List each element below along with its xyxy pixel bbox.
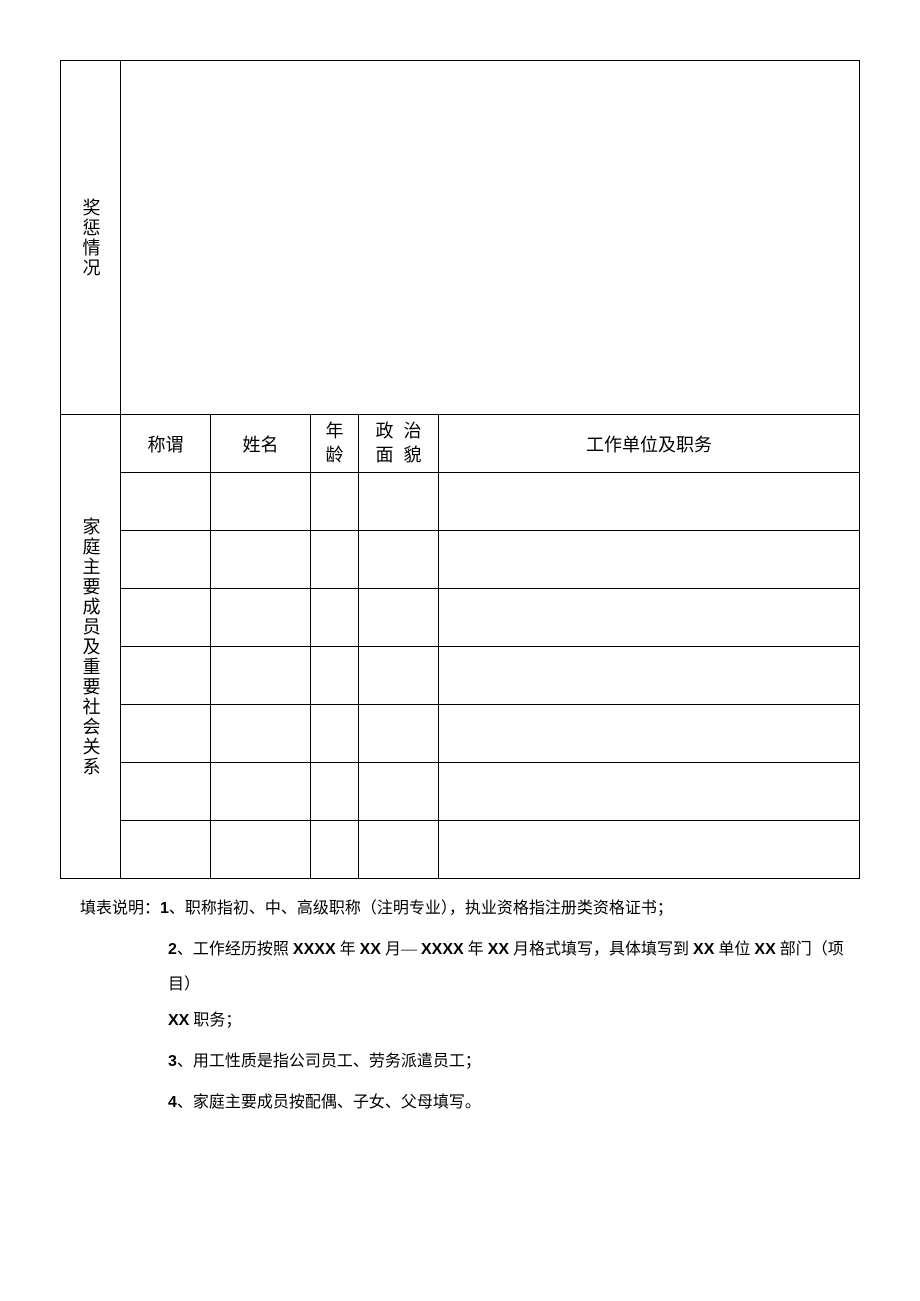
rewards-section-row: 奖惩情况 (61, 61, 860, 415)
cell-name (211, 531, 311, 589)
cell-workplace (439, 763, 860, 821)
header-political: 政治 面貌 (359, 415, 439, 473)
cell-name (211, 705, 311, 763)
cell-relation (121, 589, 211, 647)
cell-name (211, 763, 311, 821)
cell-relation (121, 531, 211, 589)
cell-relation (121, 473, 211, 531)
note-4-num: 4 (168, 1094, 177, 1111)
age-line1: 年 (326, 420, 344, 443)
header-workplace: 工作单位及职务 (439, 415, 860, 473)
cell-political (359, 821, 439, 879)
cell-political (359, 705, 439, 763)
cell-age (311, 763, 359, 821)
header-name: 姓名 (211, 415, 311, 473)
cell-name (211, 589, 311, 647)
rewards-content-cell (121, 61, 860, 415)
header-age: 年 龄 (311, 415, 359, 473)
cell-political (359, 473, 439, 531)
pol-line2: 面貌 (366, 444, 432, 467)
cell-name (211, 821, 311, 879)
family-row (61, 589, 860, 647)
family-row (61, 531, 860, 589)
note-1-num: 1 (160, 900, 169, 917)
notes-section: 填表说明：1、职称指初、中、高级职称（注明专业），执业资格指注册类资格证书； 2… (60, 891, 860, 1120)
cell-workplace (439, 647, 860, 705)
pol-line1: 政治 (366, 420, 432, 443)
cell-age (311, 647, 359, 705)
note-1: 填表说明：1、职称指初、中、高级职称（注明专业），执业资格指注册类资格证书； (80, 891, 860, 926)
cell-political (359, 531, 439, 589)
cell-workplace (439, 589, 860, 647)
cell-political (359, 763, 439, 821)
notes-prefix: 填表说明： (80, 900, 160, 917)
cell-age (311, 589, 359, 647)
cell-age (311, 473, 359, 531)
note-2-num: 2 (168, 941, 177, 958)
cell-name (211, 647, 311, 705)
form-table: 奖惩情况 家庭主要成员及重要社会关系 称谓 姓名 年 龄 政治 面貌 工作单位及… (60, 60, 860, 879)
age-line2: 龄 (326, 444, 344, 467)
header-relation: 称谓 (121, 415, 211, 473)
note-1-text: 、职称指初、中、高级职称（注明专业），执业资格指注册类资格证书； (169, 900, 673, 917)
note-2: 2、工作经历按照 XXXX 年 XX 月— XXXX 年 XX 月格式填写，具体… (80, 932, 860, 1038)
note-4-text: 、家庭主要成员按配偶、子女、父母填写。 (177, 1094, 481, 1111)
family-row (61, 763, 860, 821)
note-4: 4、家庭主要成员按配偶、子女、父母填写。 (80, 1085, 860, 1120)
note-3-num: 3 (168, 1053, 177, 1070)
note-3: 3、用工性质是指公司员工、劳务派遣员工； (80, 1044, 860, 1079)
cell-relation (121, 647, 211, 705)
cell-age (311, 821, 359, 879)
cell-relation (121, 705, 211, 763)
rewards-label-cell: 奖惩情况 (61, 61, 121, 415)
cell-age (311, 705, 359, 763)
family-row (61, 647, 860, 705)
cell-workplace (439, 705, 860, 763)
cell-name (211, 473, 311, 531)
cell-relation (121, 821, 211, 879)
cell-workplace (439, 821, 860, 879)
cell-relation (121, 763, 211, 821)
family-row (61, 473, 860, 531)
family-row (61, 821, 860, 879)
cell-political (359, 647, 439, 705)
cell-workplace (439, 473, 860, 531)
family-label-cell: 家庭主要成员及重要社会关系 (61, 415, 121, 879)
note-3-text: 、用工性质是指公司员工、劳务派遣员工； (177, 1053, 481, 1070)
cell-age (311, 531, 359, 589)
family-header-row: 家庭主要成员及重要社会关系 称谓 姓名 年 龄 政治 面貌 工作单位及职务 (61, 415, 860, 473)
family-label: 家庭主要成员及重要社会关系 (61, 415, 120, 878)
family-row (61, 705, 860, 763)
cell-workplace (439, 531, 860, 589)
cell-political (359, 589, 439, 647)
rewards-label: 奖惩情况 (61, 61, 120, 414)
